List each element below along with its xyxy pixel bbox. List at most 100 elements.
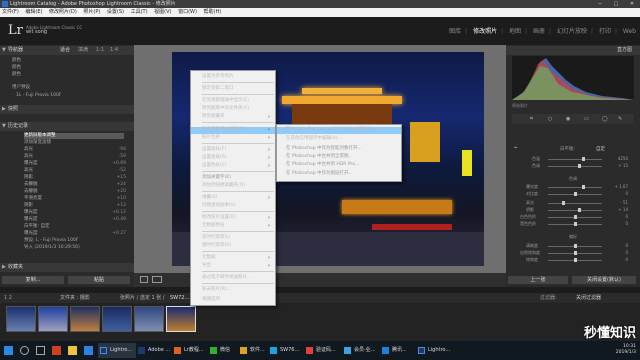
module-library[interactable]: 图库	[449, 28, 461, 35]
history-item[interactable]: 白平衡: 自定	[24, 224, 124, 230]
context-menu-item[interactable]: 设置色标(C)	[202, 163, 227, 169]
crop-icon[interactable]: ⌗	[530, 116, 533, 122]
adjustment-brush-icon[interactable]: ✎	[618, 116, 622, 122]
module-book[interactable]: 画册	[533, 28, 545, 35]
collections-header[interactable]: ▶ 收藏夹	[0, 263, 134, 272]
history-header[interactable]: ▼ 历史记录	[0, 122, 134, 131]
filmstrip-page-nav[interactable]: 1 2	[4, 293, 12, 303]
paste-button[interactable]: 粘贴	[68, 276, 130, 284]
film-thumb-selected[interactable]	[166, 306, 196, 332]
loupe-view-icon[interactable]	[140, 276, 148, 283]
history-item[interactable]: 高光	[24, 147, 124, 153]
whites-slider[interactable]: 白色色阶 0	[512, 214, 634, 220]
tint-slider[interactable]: 色调 + 15	[512, 163, 634, 169]
shadows-slider[interactable]: 阴影 + 14	[512, 207, 634, 213]
context-menu-item[interactable]: 在资源管理器中显示(E)	[202, 98, 249, 104]
film-thumb[interactable]	[70, 306, 100, 332]
graduated-filter-icon[interactable]: ▭	[584, 116, 589, 122]
context-menu-item[interactable]: 设置旗标(F)	[202, 147, 226, 153]
wb-value[interactable]: 自定	[596, 146, 605, 152]
menu-edit[interactable]: 编辑(E)	[25, 9, 42, 15]
preset-item[interactable]: 颜色	[12, 65, 21, 71]
reset-button[interactable]: 关闭设置(默认)	[572, 276, 636, 284]
preset-item[interactable]: 颜色	[12, 58, 21, 64]
history-item[interactable]: 高光	[24, 154, 124, 160]
history-item[interactable]: 曝光度	[24, 161, 124, 167]
windows-start-icon[interactable]	[4, 346, 13, 355]
module-web[interactable]: Web	[623, 28, 636, 35]
submenu-item[interactable]: 在其他应用程序中编辑(A)...	[286, 136, 342, 142]
context-menu-item[interactable]: 元数据预设	[202, 223, 225, 229]
context-menu-item[interactable]: 视图选项	[202, 297, 220, 303]
wb-icon[interactable]: ✒	[514, 146, 518, 151]
taskbar-app-tutorial[interactable]: Lr教程...	[172, 343, 208, 358]
menu-develop[interactable]: 修改照片(D)	[49, 9, 77, 15]
spot-removal-icon[interactable]: ○	[548, 116, 552, 122]
exposure-slider[interactable]: 曝光度 + 1.07	[512, 184, 634, 190]
app-icon[interactable]	[84, 346, 93, 355]
browser-icon[interactable]	[52, 346, 61, 355]
taskbar-app-lightroom[interactable]: Lightro...	[98, 343, 136, 358]
menu-file[interactable]: 文件(F)	[2, 9, 19, 15]
taskbar-app-tencent[interactable]: 腾讯...	[380, 343, 416, 358]
context-menu-item[interactable]: 转到图库中的文件夹(V)	[202, 106, 249, 112]
history-item[interactable]: 去朦胧	[24, 189, 124, 195]
context-menu-item[interactable]: 锁定到第二窗口	[202, 86, 234, 92]
filter-dropdown[interactable]: 关闭过滤器	[576, 293, 601, 303]
history-item[interactable]: 曝光度	[24, 217, 124, 223]
menu-help[interactable]: 帮助(H)	[204, 9, 222, 15]
highlights-slider[interactable]: 高光 - 51	[512, 200, 634, 206]
taskbar-app-lightroom2[interactable]: Lightro...	[416, 343, 454, 358]
module-print[interactable]: 打印	[599, 28, 611, 35]
context-menu-item[interactable]: 转到收藏夹	[202, 114, 225, 120]
film-thumb[interactable]	[102, 306, 132, 332]
history-item[interactable]: 曝光度	[24, 231, 124, 237]
module-slideshow[interactable]: 幻灯片放映	[557, 28, 587, 35]
film-thumb[interactable]	[6, 306, 36, 332]
film-thumb[interactable]	[134, 306, 164, 332]
history-item[interactable]: 高光	[24, 168, 124, 174]
contrast-slider[interactable]: 对比度 0	[512, 191, 634, 197]
submenu-item[interactable]: 在 Adobe Photoshop CC 2019 中编辑(E)...	[286, 127, 377, 133]
clarity-slider[interactable]: 清晰度 0	[512, 243, 634, 249]
histogram-header[interactable]: 直方图	[506, 46, 640, 55]
history-item[interactable]: 添加渐变滤镜	[24, 140, 124, 146]
taskbar-app-adobe[interactable]: Adobe ...	[136, 343, 172, 358]
before-after-icon[interactable]	[152, 276, 162, 283]
filmstrip-source[interactable]: 文件夹 : 摄影	[60, 293, 90, 303]
copy-button[interactable]: 复制...	[2, 276, 64, 284]
context-menu-item[interactable]: 修改照片设置(D)	[202, 215, 236, 221]
preset-folder[interactable]: 用户预设	[12, 85, 30, 91]
film-thumb[interactable]	[38, 306, 68, 332]
menu-window[interactable]: 窗口(W)	[178, 9, 197, 15]
history-item[interactable]: 曝光度	[24, 210, 124, 216]
context-menu-item[interactable]: 顺时针旋转(R)	[202, 243, 231, 249]
menu-settings[interactable]: 设置(S)	[107, 9, 124, 15]
module-map[interactable]: 地图	[509, 28, 521, 35]
minimize-button[interactable]: ─	[592, 0, 608, 8]
vibrance-slider[interactable]: 自然饱和度 0	[512, 250, 634, 256]
history-item[interactable]: 阴影	[24, 175, 124, 181]
blacks-slider[interactable]: 黑色色阶 0	[512, 221, 634, 227]
history-item[interactable]: 平滑亮度	[24, 196, 124, 202]
context-menu-item[interactable]: 设置星级(R)	[202, 155, 227, 161]
history-item[interactable]: 预设: L - Fuji Provia 100F	[24, 238, 124, 244]
snapshots-header[interactable]: ▶ 快照	[0, 105, 134, 114]
maximize-button[interactable]: □	[608, 0, 624, 8]
context-menu-item[interactable]: 通过电子邮件发送照片...	[202, 275, 251, 281]
menu-view[interactable]: 视图(V)	[154, 9, 171, 15]
temp-slider[interactable]: 色温 4250	[512, 156, 634, 162]
taskbar-app-wechat[interactable]: 微信	[208, 343, 238, 358]
preset-item[interactable]: 颜色	[12, 72, 21, 78]
context-menu-item[interactable]: 照片合并	[202, 135, 220, 141]
history-item[interactable]: 导入 (2019/1/3 10:29:56)	[24, 245, 124, 251]
navigator-header[interactable]: ▼ 导航器 适合 填满 1:1 1:4	[0, 46, 134, 55]
preset-item[interactable]: 1L - Fuji Provia 100F	[16, 93, 61, 99]
search-icon[interactable]	[20, 346, 29, 355]
radial-filter-icon[interactable]: ◯	[602, 116, 608, 122]
context-menu-item[interactable]: 堆叠(S)	[202, 195, 217, 201]
saturation-slider[interactable]: 饱和度 0	[512, 257, 634, 263]
taskbar-app-vip[interactable]: 会员-业...	[342, 343, 380, 358]
close-button[interactable]: ✕	[624, 0, 640, 8]
context-menu-item[interactable]: 设置为参考照片	[202, 74, 234, 80]
